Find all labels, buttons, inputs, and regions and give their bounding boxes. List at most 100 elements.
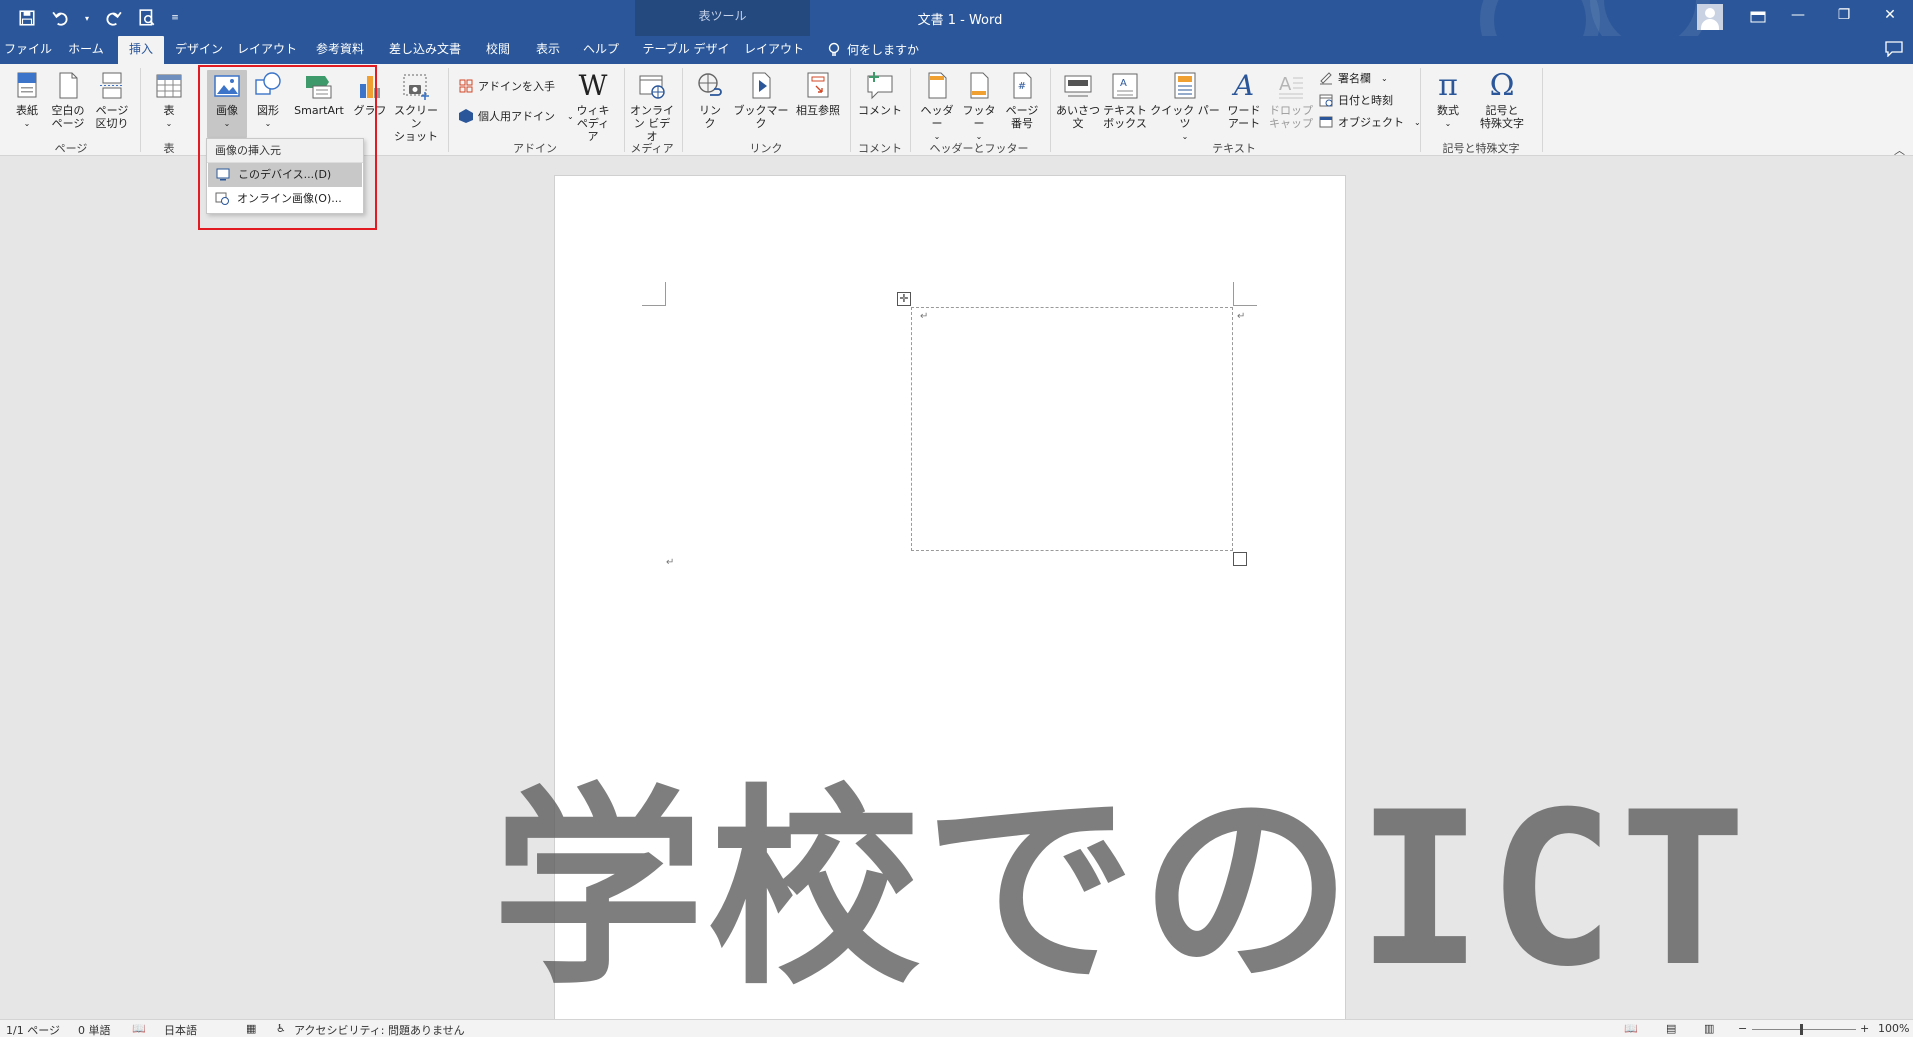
drop-cap-label-1: ドロップ <box>1269 104 1313 117</box>
comments-icon[interactable] <box>1885 41 1903 57</box>
wikipedia-button[interactable]: W ウィキ ペディア <box>572 69 614 144</box>
tab-table-layout[interactable]: レイアウト <box>744 36 804 64</box>
my-addins-button[interactable]: 個人用アドイン ⌄ <box>458 108 574 124</box>
menu-item-this-device[interactable]: このデバイス...(D) <box>208 163 362 187</box>
document-title: 文書 1 - Word <box>917 13 1003 28</box>
tab-mailings[interactable]: 差し込み文書 <box>382 36 468 64</box>
quick-parts-button[interactable]: クイック パーツ ⌄ <box>1150 70 1220 143</box>
macro-icon[interactable]: ▦ <box>246 1022 256 1035</box>
zoom-slider-thumb[interactable] <box>1800 1024 1803 1035</box>
collapse-ribbon-icon[interactable]: ︿ <box>1894 142 1905 158</box>
word-count[interactable]: 0 単語 <box>78 1022 111 1037</box>
tab-view[interactable]: 表示 <box>528 36 568 64</box>
get-addins-button[interactable]: アドインを入手 <box>458 78 555 94</box>
tab-review[interactable]: 校閲 <box>478 36 518 64</box>
online-video-button[interactable]: オンライ ン ビデオ <box>630 70 674 143</box>
footer-button[interactable]: フッター ⌄ <box>958 70 1000 143</box>
drop-cap-label-2: キャップ <box>1269 117 1313 130</box>
watermark-overlay: 学校でのICT <box>492 766 1751 1013</box>
print-layout-icon[interactable]: ▤ <box>1666 1022 1676 1035</box>
undo-dropdown-icon[interactable]: ▾ <box>82 6 92 30</box>
header-button[interactable]: ヘッダー ⌄ <box>916 70 958 143</box>
tab-file[interactable]: ファイル <box>2 36 54 64</box>
equation-label: 数式 <box>1437 104 1459 117</box>
table-label: 表 <box>163 104 175 117</box>
new-comment-button[interactable]: コメント <box>858 70 902 117</box>
symbol-button[interactable]: Ω 記号と 特殊文字 <box>1470 70 1534 131</box>
tab-design[interactable]: デザイン <box>172 36 226 64</box>
account-avatar[interactable] <box>1697 4 1723 30</box>
blank-page-button[interactable]: 空白の ページ <box>48 70 88 130</box>
accessibility-icon[interactable]: ♿ <box>276 1022 286 1035</box>
ribbon-tabs: ファイル ホーム 挿入 デザイン レイアウト 参考資料 差し込み文書 校閲 表示… <box>0 36 1913 82</box>
screenshot-button[interactable]: スクリーン ショット <box>390 70 442 143</box>
undo-icon[interactable] <box>48 6 74 30</box>
tab-home[interactable]: ホーム <box>62 36 110 64</box>
close-icon[interactable]: ✕ <box>1867 0 1913 30</box>
link-icon <box>698 73 722 96</box>
picture-insert-menu: 画像の挿入元 このデバイス...(D) オンライン画像(O)... <box>206 138 364 214</box>
cross-reference-icon <box>807 72 829 98</box>
accessibility-status[interactable]: アクセシビリティ: 問題ありません <box>294 1022 465 1037</box>
object-button[interactable]: オブジェクト ⌄ <box>1318 114 1421 130</box>
text-box-button[interactable]: A テキスト ボックス <box>1102 70 1148 130</box>
zoom-slider-track[interactable] <box>1752 1029 1856 1030</box>
customize-qat-icon[interactable]: ≡ <box>168 6 182 30</box>
cover-page-button[interactable]: 表紙 ⌄ <box>10 70 44 130</box>
table-button[interactable]: 表 ⌄ <box>152 70 186 130</box>
tab-references[interactable]: 参考資料 <box>308 36 372 64</box>
drop-cap-button[interactable]: A ドロップ キャップ <box>1268 70 1314 130</box>
text-box-label-1: テキスト <box>1103 104 1147 117</box>
bookmark-button[interactable]: ブックマーク <box>732 70 790 130</box>
cross-reference-button[interactable]: 相互参照 <box>792 70 844 117</box>
greeting-button[interactable]: あいさつ 文 <box>1056 70 1100 130</box>
redo-icon[interactable] <box>100 6 126 30</box>
link-button[interactable]: リン ク <box>690 70 730 130</box>
table-icon <box>156 74 182 98</box>
tell-me-search[interactable]: 何をしますか <box>827 36 919 64</box>
tab-table-design[interactable]: テーブル デザイン <box>638 36 734 82</box>
online-video-icon <box>639 75 665 99</box>
web-layout-icon[interactable]: ▥ <box>1704 1022 1714 1035</box>
equation-button[interactable]: π 数式 ⌄ <box>1428 70 1468 130</box>
object-icon <box>1319 116 1333 128</box>
comment-group-label: コメント <box>858 142 902 155</box>
zoom-out-icon[interactable]: − <box>1738 1022 1747 1035</box>
wikipedia-icon: W <box>578 69 608 102</box>
cell-marker: ↵ <box>920 311 929 322</box>
signature-line-button[interactable]: 署名欄 ⌄ <box>1318 70 1388 86</box>
save-icon[interactable] <box>14 6 40 30</box>
svg-text:#: # <box>1018 81 1026 92</box>
link-label-1: リン <box>699 104 721 117</box>
tab-insert[interactable]: 挿入 <box>118 36 164 64</box>
page-count[interactable]: 1/1 ページ <box>6 1022 60 1037</box>
tab-help[interactable]: ヘルプ <box>578 36 624 64</box>
page-group-label: ページ <box>54 142 88 155</box>
proofing-icon[interactable]: 📖 <box>132 1022 146 1035</box>
zoom-in-icon[interactable]: + <box>1860 1022 1869 1035</box>
pi-icon: π <box>1438 68 1458 103</box>
greeting-icon <box>1064 75 1092 97</box>
print-preview-icon[interactable] <box>134 6 160 30</box>
zoom-level[interactable]: 100% <box>1878 1022 1909 1035</box>
quick-access-toolbar: ▾ ≡ <box>14 6 182 30</box>
header-label: ヘッダー <box>920 104 954 130</box>
table-cell[interactable] <box>911 307 1233 551</box>
read-mode-icon[interactable]: 📖 <box>1624 1022 1638 1035</box>
date-time-button[interactable]: 日付と時刻 <box>1318 92 1393 108</box>
table-move-handle-icon[interactable]: ✛ <box>897 292 911 306</box>
menu-item-online-pictures[interactable]: オンライン画像(O)... <box>207 187 363 211</box>
cover-page-label: 表紙 <box>16 104 38 117</box>
ribbon-display-options-icon[interactable] <box>1745 6 1771 28</box>
wordart-button[interactable]: A ワード アート <box>1222 70 1266 131</box>
page-number-button[interactable]: # ページ 番号 <box>1002 70 1042 130</box>
table-resize-handle[interactable] <box>1233 552 1247 566</box>
media-group-label: メディア <box>630 142 674 155</box>
greeting-label-1: あいさつ <box>1056 104 1100 117</box>
tab-layout[interactable]: レイアウト <box>236 36 298 64</box>
minimize-icon[interactable]: — <box>1775 0 1821 30</box>
restore-icon[interactable]: ❐ <box>1821 0 1867 30</box>
page-break-button[interactable]: ページ 区切り <box>92 70 132 130</box>
svg-text:A: A <box>1120 78 1127 89</box>
language-indicator[interactable]: 日本語 <box>164 1022 197 1037</box>
